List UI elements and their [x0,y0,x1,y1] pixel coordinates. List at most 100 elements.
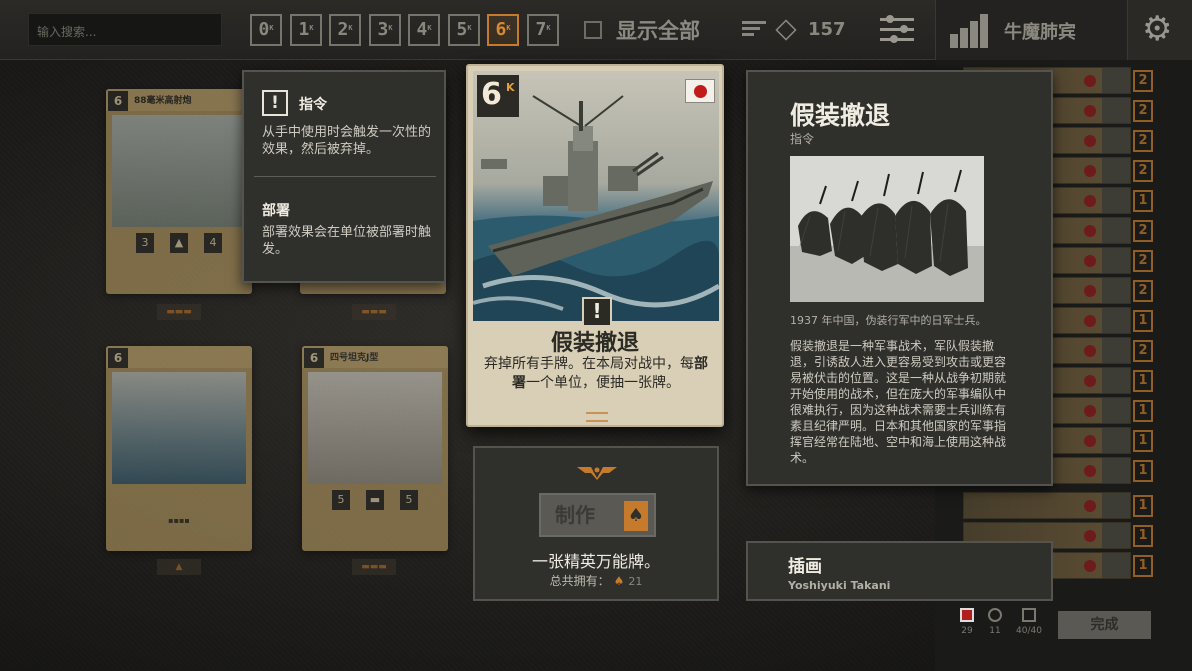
cost-filter-7[interactable]: 7K [527,14,559,46]
card-art [112,115,246,227]
cost-filter-3[interactable]: 3K [369,14,401,46]
exclamation-icon: ! [262,90,288,116]
search-input[interactable]: 输入搜索... [28,13,222,46]
card-cost-value: 6 [481,77,502,112]
info-type: 指令 [790,132,815,146]
card-cost: 6K [477,75,519,117]
done-button[interactable]: 完成 [1058,611,1151,639]
photo-caption: 1937 年中国，伪装行军中的日军士兵。 [790,314,987,327]
deck-card-count: 2 [1133,160,1153,182]
soldiers-photo-illustration [790,156,984,302]
settings-button[interactable]: ⚙ [1127,0,1192,60]
collection-card[interactable]: 6 ▪▪▪▪ [106,346,252,551]
stat-value: 29 [961,626,973,636]
deck-card-count: 1 [1133,310,1153,332]
deck-card-count: 2 [1133,220,1153,242]
unit-type-icon: ▬ [366,490,384,510]
deck-list-item[interactable] [963,492,1131,519]
cost-filter-2[interactable]: 2K [329,14,361,46]
divider [254,176,436,177]
deck-card-count: 2 [1133,280,1153,302]
cost-filter-label: 2 [337,19,349,40]
deck-card-count: 2 [1133,100,1153,122]
gear-icon: ⚙ [1142,9,1173,49]
card-cost-suffix: K [506,81,515,94]
featured-card[interactable]: 6K ! 假装撤退 弃掉所有手牌。在本局对战中，每部署一个单位，便抽一张牌。 [466,64,724,427]
deck-card-count: 1 [1133,555,1153,577]
deck-card-count: 1 [1133,430,1153,452]
cost-filter-0[interactable]: 0K [250,14,282,46]
credits-icon [775,19,797,41]
stat-attack: 3 [136,233,154,253]
deck-size-stat: 40/40 [1014,608,1044,636]
illustrator-name: Yoshiyuki Takani [788,579,891,592]
cost-filter-6[interactable]: 6K [487,14,519,46]
credits-count: 157 [808,19,846,40]
show-all-checkbox[interactable] [584,21,602,39]
collection-card[interactable]: 6 88毫米高射炮 3 ▲ 4 [106,89,252,294]
filter-settings-icon[interactable] [880,14,914,46]
card-art [308,372,442,484]
card-name: 四号坦克J型 [330,353,379,363]
keyword-tooltip: ! 指令 从手中使用时会触发一次性的效果，然后被弃掉。 部署 部署效果会在单位被… [242,70,446,283]
stat-value: 40/40 [1016,626,1042,636]
deck-header[interactable]: 牛魔肺宾 [935,0,1127,60]
deploy-keyword-title: 部署 [262,203,290,219]
card-title-faded: ▪▪▪▪ [168,516,190,525]
info-title: 假装撤退 [790,101,891,130]
deck-orders-stat: 11 [980,608,1010,636]
card-info-panel: 假装撤退 指令 1937 年中国，伪装行军中的日军士兵。 假装撤退是一种军事战术… [746,70,1053,486]
card-text: 弃掉所有手牌。在本局对战中，每部署一个单位，便抽一张牌。 [484,355,708,393]
card-text-part: 弃掉所有手牌。在本局对战中，每 [484,356,694,372]
top-bar: 输入搜索... 0K 1K 2K 3K 4K 5K 6K 7K 显示全部 157 [0,0,935,60]
stat-defense: 5 [400,490,418,510]
cost-filter-1[interactable]: 1K [290,14,322,46]
cost-filter-5[interactable]: 5K [448,14,480,46]
history-text: 假装撤退是一种军事战术，军队假装撤退，引诱敌人进入更容易受到攻击或更容易被伏击的… [790,339,1007,465]
stat-value: 11 [989,626,1001,636]
deck-card-count: 1 [1133,370,1153,392]
spade-icon: ♠ [613,574,625,588]
order-type-icon: ! [582,297,612,327]
card-stats: 3 ▲ 4 [106,231,252,253]
deck-card-count: 1 [1133,495,1153,517]
craft-panel: 制作 ♠ 一张精英万能牌。 总共拥有： ♠ 21 [473,446,719,601]
deploy-keyword-desc: 部署效果会在单位被部署时触发。 [262,225,432,257]
card-art [112,372,246,484]
card-copy-indicator: ▬▬▬ [352,559,396,575]
card-stats: 5 ▬ 5 [302,488,448,510]
spade-icon: ♠ [624,501,648,531]
illustration-title: 插画 [788,557,822,577]
stat-defense: 4 [204,233,222,253]
stat-attack: 5 [332,490,350,510]
deck-name: 牛魔肺宾 [1004,22,1076,43]
craft-button[interactable]: 制作 ♠ [539,493,656,537]
card-cost: 6 [304,348,324,368]
cost-filter-4[interactable]: 4K [408,14,440,46]
card-text-part: 一个单位，便抽一张牌。 [526,375,680,391]
deck-card-count: 1 [1133,525,1153,547]
deck-card-count: 2 [1133,340,1153,362]
illustration-credit-panel: 插画 Yoshiyuki Takani [746,541,1053,601]
craft-description: 一张精英万能牌。 [531,552,660,571]
collection-card[interactable]: 6 四号坦克J型 5 ▬ 5 [302,346,448,551]
cost-filter-label: 1 [298,19,310,40]
historical-photo [790,156,984,302]
deck-card-count: 1 [1133,460,1153,482]
show-all-label[interactable]: 显示全部 [616,15,700,45]
owned-value: 21 [628,575,643,588]
deck-units-stat: 29 [952,608,982,636]
cost-filter-label: 7 [535,19,547,40]
cost-filter-label: 6 [495,19,507,40]
order-keyword-title: 指令 [299,97,327,113]
japan-flag-icon [685,79,715,103]
sort-icon[interactable] [742,21,766,39]
cost-filter-label: 0 [258,19,270,40]
card-cost: 6 [108,91,128,111]
card-art-battleship: 6K [473,71,719,321]
card-copy-indicator: ▲ [157,559,201,575]
elite-rank-icon [577,466,617,480]
unit-type-icon: ▲ [170,233,188,253]
card-copy-indicator: ▬▬▬ [157,304,201,320]
craft-button-label: 制作 [555,503,595,527]
